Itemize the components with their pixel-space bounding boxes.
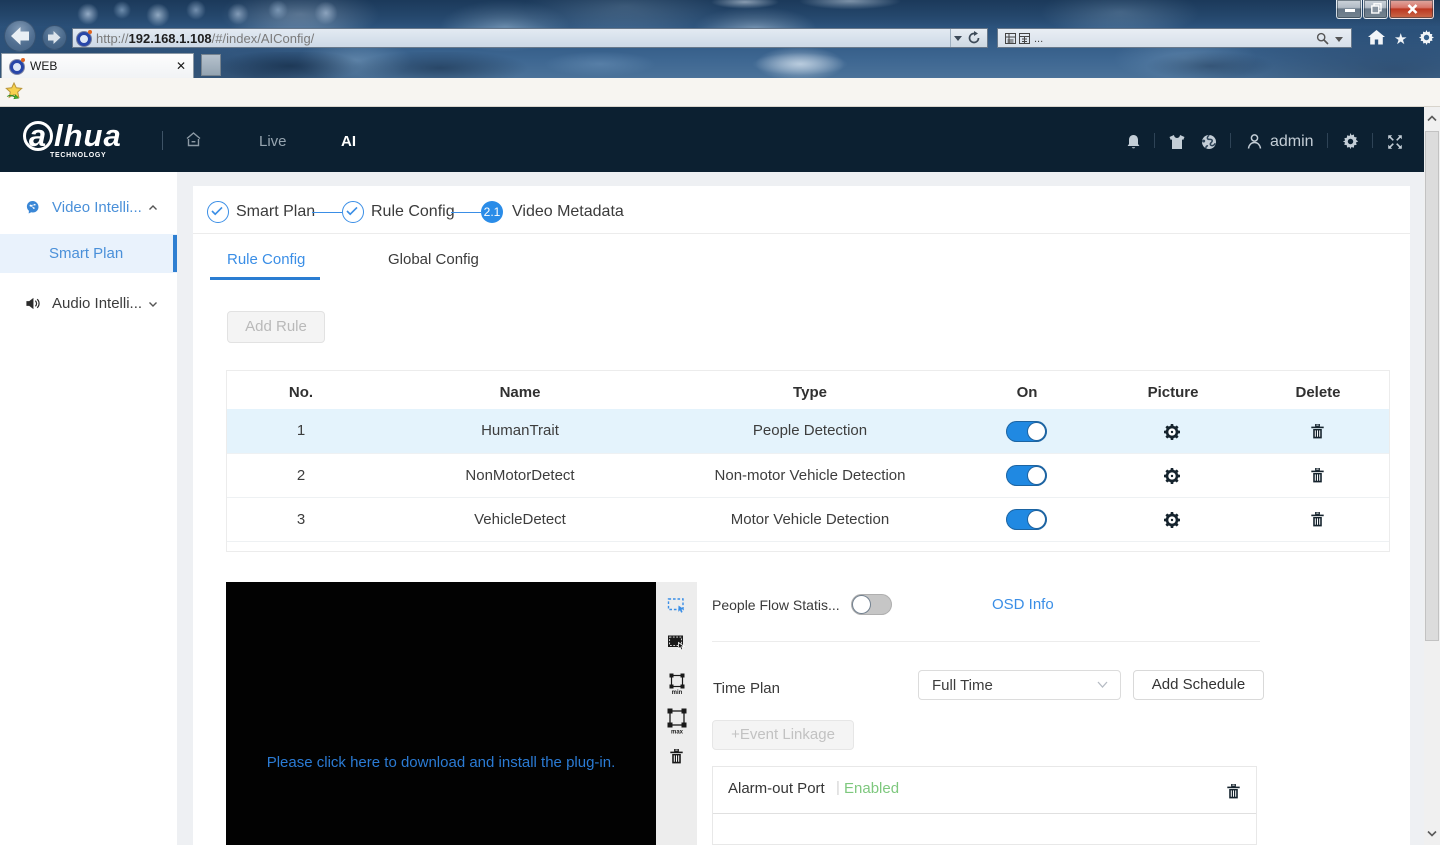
svg-text:max: max [671, 730, 684, 735]
svg-text:min: min [672, 690, 683, 695]
